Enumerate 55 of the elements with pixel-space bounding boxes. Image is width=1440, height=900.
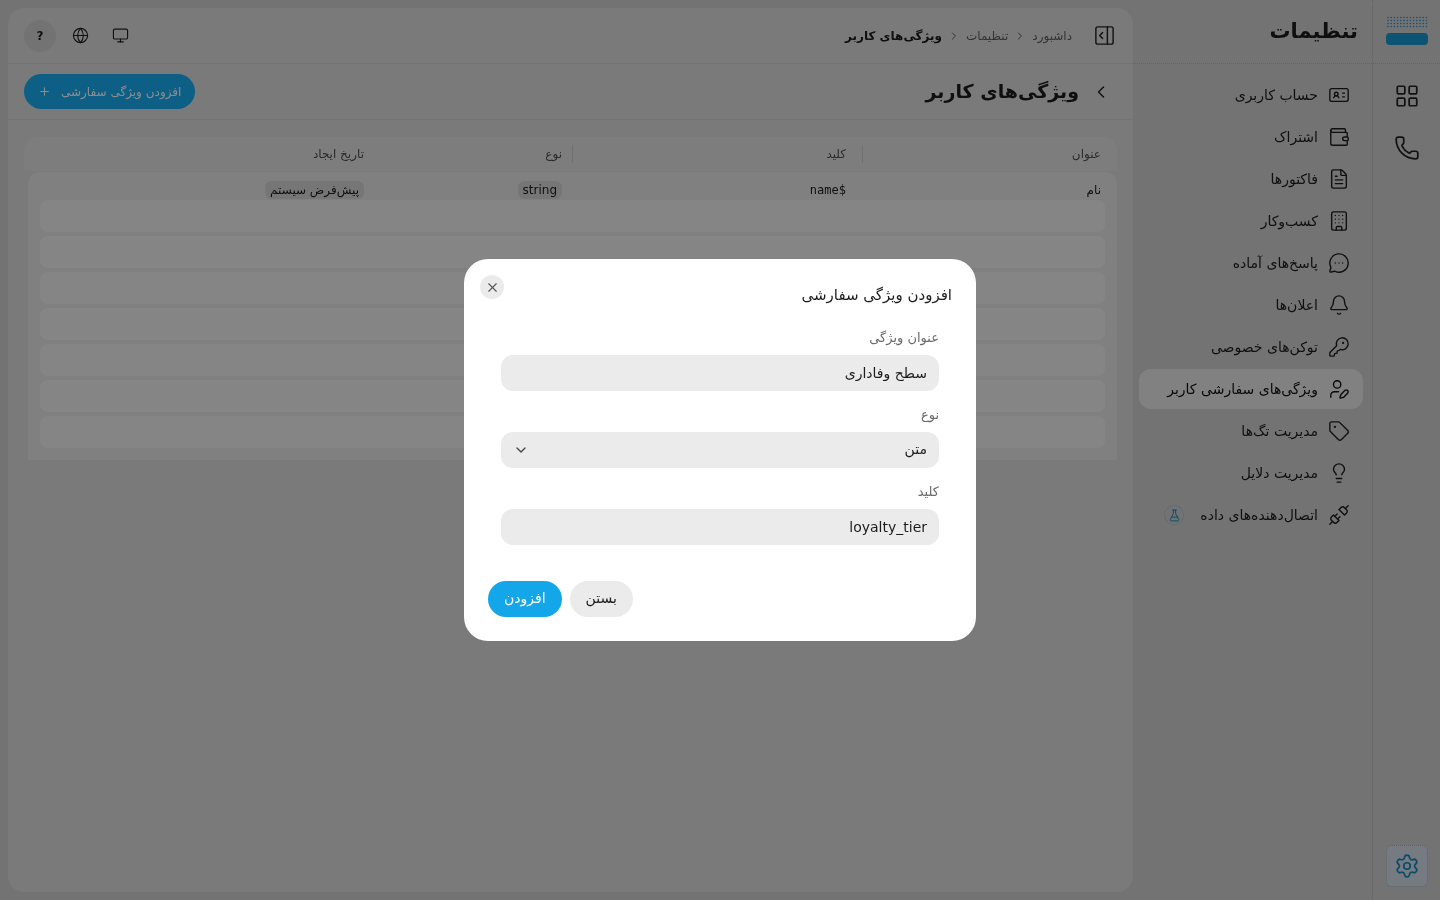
sidebar-item[interactable]: کسب‌وکار	[1139, 201, 1363, 241]
sidebar-item[interactable]: مدیریت دلایل	[1139, 453, 1363, 493]
plus-icon	[38, 85, 51, 98]
table-cell-text: $name	[809, 182, 846, 199]
breadcrumb-link[interactable]: تنظیمات	[965, 26, 1009, 45]
panel-icon	[1093, 24, 1116, 47]
phone-icon	[1393, 135, 1420, 161]
panel-toggle-button[interactable]	[1093, 24, 1116, 47]
column-header: عنوان	[1071, 146, 1101, 163]
sidebar-item[interactable]: فاکتورها	[1139, 159, 1363, 199]
column-header: کلید	[826, 146, 846, 163]
document-icon	[1328, 168, 1350, 190]
building-icon	[1328, 210, 1350, 232]
page-title: ویژگی‌های کاربر	[925, 79, 1079, 105]
select-field[interactable]: متن	[501, 431, 939, 468]
breadcrumb-link[interactable]: ویژگی‌های کاربر	[845, 26, 942, 45]
user-pen-icon	[1328, 378, 1350, 400]
text-input[interactable]: سطح وفاداری	[501, 354, 939, 391]
grid-icon	[1393, 83, 1420, 109]
cell-badge: string	[517, 181, 562, 199]
add-attribute-button[interactable]: افزودن ویژگی سفارشی	[24, 74, 196, 109]
dialog-title: افزودن ویژگی سفارشی	[801, 285, 952, 307]
close-dialog-button[interactable]: بستن	[569, 580, 633, 617]
field-label: عنوان ویژگی	[868, 328, 939, 347]
field-label: کلید	[916, 482, 939, 501]
sidebar-item[interactable]: حساب کاربری	[1139, 75, 1363, 115]
sidebar-item[interactable]: اتصال‌دهنده‌های داده	[1139, 495, 1363, 535]
sidebar-item[interactable]: اعلان‌ها	[1139, 285, 1363, 325]
sidebar-item[interactable]: ویژگی‌های سفارشی کاربر	[1139, 369, 1363, 409]
add-button[interactable]: افزودن	[488, 580, 562, 617]
table-cell-text: نام	[1086, 182, 1101, 199]
logo-icon	[1385, 16, 1428, 45]
cell-badge: پیش‌فرض سیستم	[265, 181, 364, 199]
column-header: نوع	[545, 146, 562, 163]
bell-icon	[1328, 294, 1350, 316]
sidebar-title: تنظیمات	[1269, 17, 1358, 45]
monitor-icon	[111, 27, 129, 44]
field-label: نوع	[919, 405, 939, 424]
settings-icon	[1393, 853, 1420, 879]
sidebar-item[interactable]: پاسخ‌های آماده	[1139, 243, 1363, 283]
globe-icon	[71, 27, 89, 44]
rail-button[interactable]	[1385, 845, 1428, 887]
key-icon	[1328, 336, 1350, 358]
tag-icon	[1328, 420, 1350, 442]
help-button[interactable]: ?	[24, 19, 56, 52]
column-header: تاریخ ایجاد	[312, 146, 364, 163]
close-button[interactable]	[480, 275, 504, 300]
text-input[interactable]: loyalty_tier	[501, 508, 939, 545]
chat-bubble-icon	[1328, 252, 1350, 274]
plug-icon	[1328, 504, 1350, 526]
breadcrumb-link[interactable]: داشبورد	[1032, 26, 1072, 45]
wallet-icon	[1328, 126, 1350, 148]
sidebar-item[interactable]: توکن‌های خصوصی	[1139, 327, 1363, 367]
sidebar-item[interactable]: اشتراک	[1139, 117, 1363, 157]
sidebar-item[interactable]: مدیریت تگ‌ها	[1139, 411, 1363, 451]
